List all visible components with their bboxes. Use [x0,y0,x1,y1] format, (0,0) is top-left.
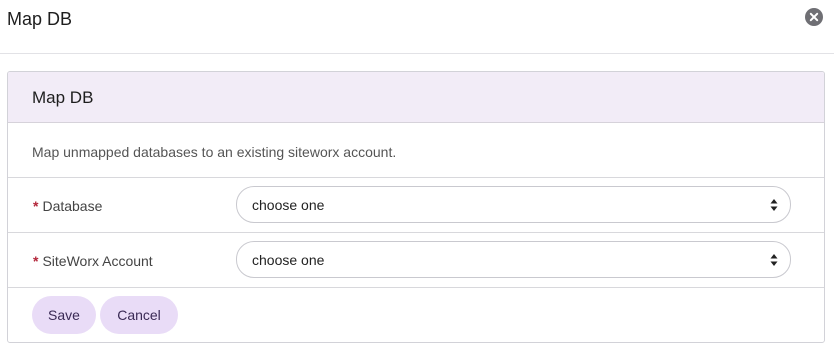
close-icon [809,12,819,22]
actions-row: Save Cancel [8,288,824,342]
dialog-title: Map DB [7,9,73,29]
panel-header: Map DB [8,72,824,123]
siteworx-account-label: * SiteWorx Account [33,253,153,269]
siteworx-account-label-text: SiteWorx Account [42,253,153,269]
siteworx-account-select-value: choose one [252,252,325,268]
database-label-text: Database [42,198,103,214]
close-button[interactable] [805,8,823,26]
save-button[interactable]: Save [32,296,96,334]
siteworx-account-select[interactable]: choose one [236,241,791,278]
cancel-button[interactable]: Cancel [100,296,178,334]
database-select-value: choose one [252,197,325,213]
required-marker: * [33,253,39,269]
panel-description: Map unmapped databases to an existing si… [32,144,397,160]
dialog-header: Map DB [0,0,834,54]
database-field-row: * Database choose one [8,178,824,233]
panel-title: Map DB [32,88,94,107]
required-marker: * [33,198,39,214]
select-arrows-icon [770,199,778,211]
database-label: * Database [33,198,102,214]
map-db-panel: Map DB Map unmapped databases to an exis… [7,71,825,343]
database-select[interactable]: choose one [236,186,791,223]
select-arrows-icon [770,254,778,266]
description-row: Map unmapped databases to an existing si… [8,123,824,178]
siteworx-account-field-row: * SiteWorx Account choose one [8,233,824,288]
